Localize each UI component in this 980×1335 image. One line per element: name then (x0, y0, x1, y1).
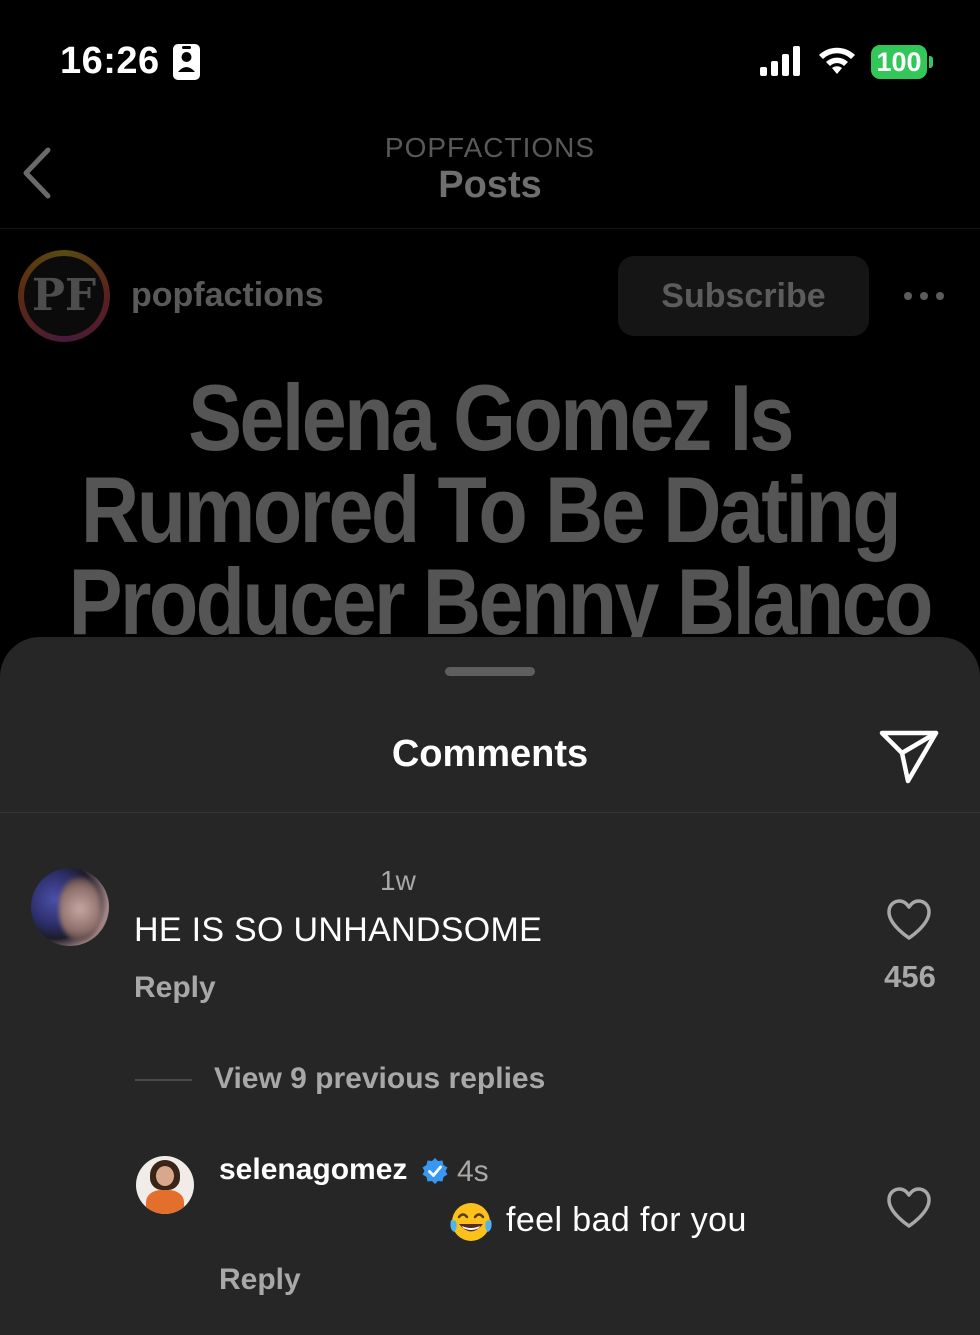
more-dot (904, 292, 912, 300)
headline-line: Selena Gomez Is (188, 365, 794, 470)
post-avatar-monogram: PF (24, 256, 104, 336)
comment-timestamp: 1w (380, 865, 416, 896)
signal-icon (760, 46, 800, 76)
comment-like-count: 456 (884, 959, 936, 994)
comments-sheet: Comments 1w HE IS SO UNHANDSOME Reply 45… (0, 637, 980, 1335)
status-time: 16:26 (60, 40, 160, 82)
more-dot (936, 292, 944, 300)
avatar-face (59, 878, 101, 940)
heart-icon[interactable] (886, 899, 932, 941)
comment-reply-button[interactable]: Reply (134, 971, 216, 1005)
reply-text: feel bad for you (506, 1201, 747, 1239)
view-previous-replies-button[interactable]: View 9 previous replies (214, 1062, 545, 1096)
tears-of-joy-emoji-icon (450, 1203, 492, 1241)
page-title: Posts (438, 164, 542, 206)
subscribe-button[interactable]: Subscribe (618, 256, 869, 336)
avatar-face (156, 1166, 174, 1186)
nav-bar: POPFACTIONS Posts (0, 120, 980, 229)
heart-icon[interactable] (886, 1187, 932, 1229)
avatar-dress (146, 1190, 184, 1214)
more-options-button[interactable] (900, 278, 948, 314)
replies-divider-line (135, 1079, 192, 1081)
reply-username[interactable]: selenagomez (219, 1153, 407, 1187)
headline-line: Rumored To Be Dating (80, 457, 902, 562)
comments-title: Comments (391, 733, 589, 775)
reply-author-avatar[interactable] (136, 1156, 194, 1214)
headline-line: Producer Benny Blanco (68, 549, 934, 654)
nav-subtitle: POPFACTIONS (384, 132, 596, 163)
more-dot (920, 292, 928, 300)
sheet-grabber[interactable] (445, 667, 535, 676)
post-username[interactable]: popfactions (131, 276, 324, 315)
commenter-avatar[interactable] (31, 868, 109, 946)
battery-indicator: 100 (871, 45, 927, 79)
screen: 16:26 100 POPFACTIONS Posts PF popfactio… (0, 0, 980, 1335)
status-bar: 16:26 100 (0, 0, 980, 120)
sheet-divider (0, 812, 980, 813)
wifi-icon (819, 47, 855, 74)
post-headline: Selena Gomez Is Rumored To Be Dating Pro… (68, 365, 934, 654)
battery-tip (929, 56, 933, 68)
reply-timestamp: 4s (457, 1155, 489, 1188)
verified-badge-icon (422, 1158, 448, 1184)
post-header: PF popfactions Subscribe (0, 240, 980, 350)
reply-reply-button[interactable]: Reply (219, 1263, 301, 1297)
comment-text: HE IS SO UNHANDSOME (134, 911, 543, 949)
send-icon[interactable] (878, 729, 940, 785)
post-author-avatar[interactable]: PF (18, 250, 110, 342)
contact-card-icon (173, 44, 200, 80)
